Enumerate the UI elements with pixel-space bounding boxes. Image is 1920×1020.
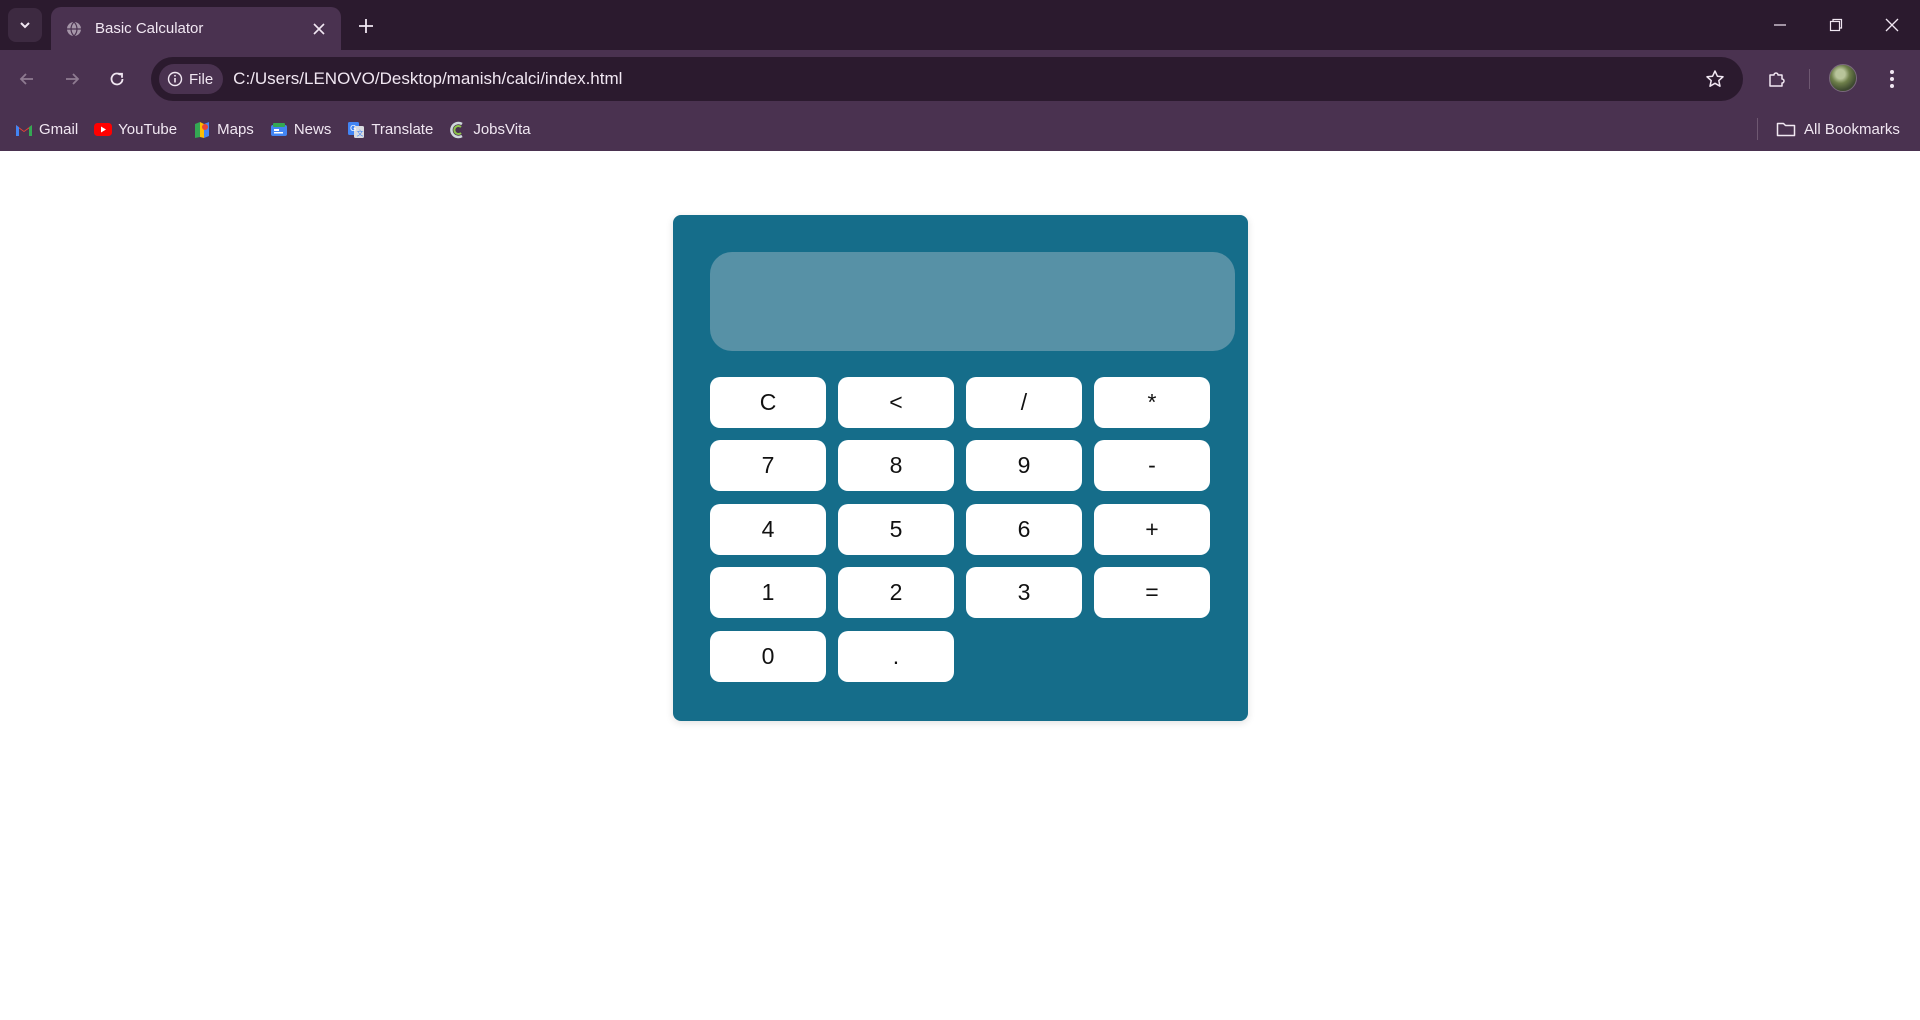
digit-5-button[interactable]: 5: [838, 504, 954, 555]
translate-icon: G文: [347, 121, 365, 139]
url-text[interactable]: C:/Users/LENOVO/Desktop/manish/calci/ind…: [233, 69, 1699, 89]
minus-button[interactable]: -: [1094, 440, 1210, 491]
close-window-button[interactable]: [1864, 0, 1920, 50]
bookmark-label: JobsVita: [473, 121, 531, 138]
clear-button[interactable]: C: [710, 377, 826, 428]
bookmark-label: Translate: [371, 121, 434, 138]
site-info-chip[interactable]: File: [159, 64, 224, 94]
plus-icon: [359, 19, 373, 33]
star-icon: [1706, 70, 1724, 87]
all-bookmarks-label: All Bookmarks: [1804, 120, 1900, 138]
bookmark-label: News: [293, 121, 332, 138]
bookmark-gmail[interactable]: Gmail: [7, 115, 86, 145]
reload-icon: [110, 72, 124, 86]
calculator-display[interactable]: [710, 252, 1235, 351]
minimize-button[interactable]: [1752, 0, 1808, 50]
tab-title: Basic Calculator: [95, 20, 204, 37]
digit-1-button[interactable]: 1: [710, 567, 826, 618]
news-icon: [270, 121, 288, 139]
bookmark-label: Gmail: [39, 121, 79, 138]
youtube-icon: [94, 121, 113, 139]
profile-avatar[interactable]: [1829, 64, 1857, 92]
chevron-down-icon: [20, 22, 30, 29]
bookmarks-bar: Gmail YouTube Maps News G文 Translate Job…: [0, 108, 1920, 151]
svg-text:G: G: [350, 124, 356, 133]
bookmark-star-button[interactable]: [1699, 63, 1731, 95]
kebab-menu-icon: [1890, 70, 1894, 88]
close-icon: [1885, 18, 1899, 32]
digit-0-button[interactable]: 0: [710, 631, 826, 682]
active-tab[interactable]: Basic Calculator: [51, 7, 341, 50]
toolbar-divider: [1809, 69, 1810, 89]
digit-2-button[interactable]: 2: [838, 567, 954, 618]
arrow-right-icon: [66, 73, 80, 85]
maps-icon: [193, 121, 211, 139]
plus-button[interactable]: +: [1094, 504, 1210, 555]
backspace-button[interactable]: <: [838, 377, 954, 428]
bookmark-news[interactable]: News: [262, 115, 340, 145]
divide-button[interactable]: /: [966, 377, 1082, 428]
browser-toolbar: File C:/Users/LENOVO/Desktop/manish/calc…: [0, 50, 1920, 108]
bookmark-translate[interactable]: G文 Translate: [339, 115, 441, 145]
site-chip-label: File: [189, 70, 214, 88]
digit-7-button[interactable]: 7: [710, 440, 826, 491]
arrow-left-icon: [19, 73, 33, 85]
bookmark-youtube[interactable]: YouTube: [86, 115, 185, 145]
bookmark-jobsvita[interactable]: JobsVita: [441, 115, 538, 145]
back-button[interactable]: [11, 63, 43, 95]
new-tab-button[interactable]: [352, 12, 380, 40]
info-icon: [167, 71, 183, 87]
puzzle-icon: [1769, 72, 1785, 87]
bookmark-maps[interactable]: Maps: [185, 115, 262, 145]
digit-4-button[interactable]: 4: [710, 504, 826, 555]
bookmarks-divider: [1757, 118, 1758, 140]
restore-button[interactable]: [1808, 0, 1864, 50]
all-bookmarks-button[interactable]: All Bookmarks: [1768, 114, 1908, 144]
digit-6-button[interactable]: 6: [966, 504, 1082, 555]
close-tab-icon[interactable]: [309, 19, 329, 39]
menu-button[interactable]: [1876, 63, 1908, 95]
globe-icon: [65, 20, 83, 38]
address-bar[interactable]: File C:/Users/LENOVO/Desktop/manish/calc…: [151, 57, 1743, 101]
tab-strip: Basic Calculator: [0, 0, 1920, 50]
extensions-button[interactable]: [1761, 63, 1793, 95]
digit-8-button[interactable]: 8: [838, 440, 954, 491]
jobsvita-icon: [449, 121, 467, 139]
tab-search-button[interactable]: [8, 8, 42, 42]
svg-text:文: 文: [357, 128, 364, 137]
calculator: C < / * 7 8 9 - 4 5 6 + 1 2 3 = 0 .: [673, 215, 1248, 721]
equals-button[interactable]: =: [1094, 567, 1210, 618]
restore-icon: [1829, 18, 1843, 32]
bookmark-label: Maps: [217, 121, 254, 138]
page-content: C < / * 7 8 9 - 4 5 6 + 1 2 3 = 0 .: [0, 151, 1920, 1020]
forward-button[interactable]: [56, 63, 88, 95]
decimal-button[interactable]: .: [838, 631, 954, 682]
digit-3-button[interactable]: 3: [966, 567, 1082, 618]
minimize-icon: [1774, 24, 1786, 26]
digit-9-button[interactable]: 9: [966, 440, 1082, 491]
window-controls: [1752, 0, 1920, 50]
gmail-icon: [15, 121, 33, 139]
reload-button[interactable]: [101, 63, 133, 95]
folder-icon: [1776, 122, 1796, 137]
bookmark-label: YouTube: [118, 121, 178, 138]
multiply-button[interactable]: *: [1094, 377, 1210, 428]
